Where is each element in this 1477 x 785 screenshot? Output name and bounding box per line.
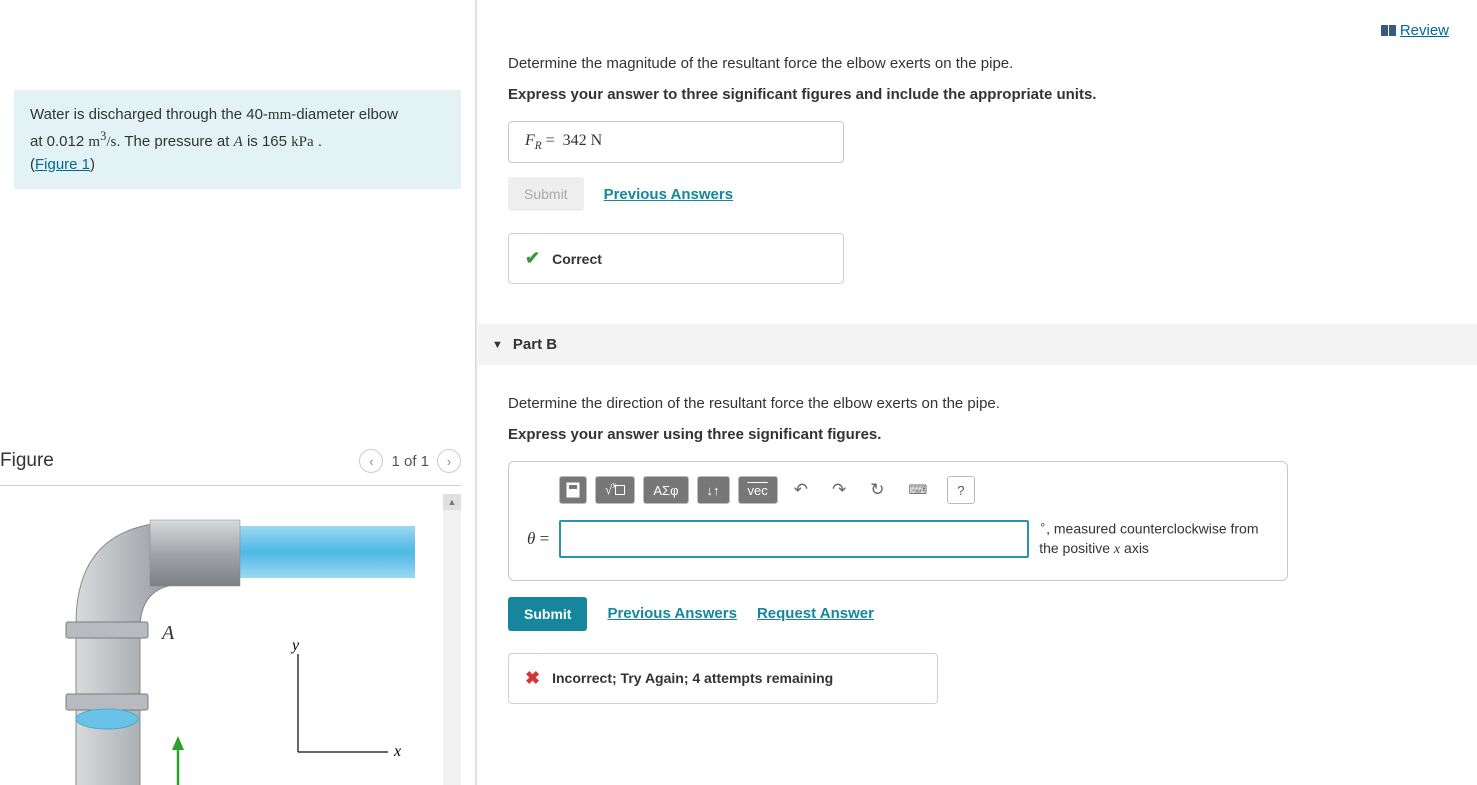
subscript-button[interactable]: ↓↑ — [697, 476, 730, 504]
pager-next-button[interactable]: › — [437, 449, 461, 473]
part-a-answer-display: FR = 342 N — [508, 121, 844, 163]
help-button[interactable]: ? — [947, 476, 974, 504]
problem-statement: Water is discharged through the 40-mm-di… — [14, 90, 461, 189]
part-b-submit-button[interactable]: Submit — [508, 597, 587, 631]
math-symbols-button[interactable]: √x — [595, 476, 635, 504]
scroll-up-button[interactable]: ▲ — [443, 494, 461, 510]
reset-button[interactable]: ↻ — [862, 476, 892, 504]
figure-image: A y x ▲ — [0, 494, 461, 785]
theta-label: θ = — [527, 529, 549, 549]
figure-scrollbar[interactable] — [443, 494, 461, 785]
equation-editor: √x ΑΣφ ↓↑ vec ↶ ↷ ↻ ⌨ ? θ = ∘, measured … — [508, 461, 1288, 580]
part-b-unit-text: ∘, measured counterclockwise from the po… — [1039, 518, 1269, 559]
svg-text:x: x — [393, 743, 401, 760]
part-b-header[interactable]: ▼ Part B — [478, 324, 1477, 365]
undo-button[interactable]: ↶ — [786, 476, 816, 504]
checkmark-icon: ✔ — [525, 248, 540, 269]
part-a-prompt: Determine the magnitude of the resultant… — [508, 55, 1447, 72]
part-a-submit-button: Submit — [508, 177, 584, 211]
greek-button[interactable]: ΑΣφ — [643, 476, 688, 504]
part-a-feedback: ✔ Correct — [508, 233, 844, 284]
book-icon — [1381, 25, 1396, 36]
figure-heading: Figure — [0, 450, 54, 472]
redo-button[interactable]: ↷ — [824, 476, 854, 504]
pager-prev-button[interactable]: ‹ — [359, 449, 383, 473]
part-b-answer-input[interactable] — [559, 520, 1029, 558]
svg-text:y: y — [290, 637, 300, 654]
collapse-icon: ▼ — [492, 339, 503, 351]
part-b-instruction: Express your answer using three signific… — [508, 426, 1447, 443]
figure-pager: ‹ 1 of 1 › — [359, 449, 461, 473]
part-b-feedback: ✖ Incorrect; Try Again; 4 attempts remai… — [508, 653, 938, 704]
part-b-previous-answers-link[interactable]: Previous Answers — [607, 605, 737, 622]
part-a-instruction: Express your answer to three significant… — [508, 86, 1447, 103]
part-b-request-answer-link[interactable]: Request Answer — [757, 605, 874, 622]
part-b-prompt: Determine the direction of the resultant… — [508, 395, 1447, 412]
part-a-previous-answers-link[interactable]: Previous Answers — [604, 186, 734, 203]
vec-button[interactable]: vec — [738, 476, 778, 504]
equation-toolbar: √x ΑΣφ ↓↑ vec ↶ ↷ ↻ ⌨ ? — [509, 462, 1287, 518]
templates-button[interactable] — [559, 476, 587, 504]
pager-text: 1 of 1 — [391, 453, 429, 470]
review-link[interactable]: Review — [1381, 22, 1449, 39]
figure-link[interactable]: Figure 1 — [35, 156, 90, 173]
keyboard-button[interactable]: ⌨ — [901, 478, 936, 502]
svg-text:A: A — [160, 622, 175, 644]
x-icon: ✖ — [525, 668, 540, 689]
